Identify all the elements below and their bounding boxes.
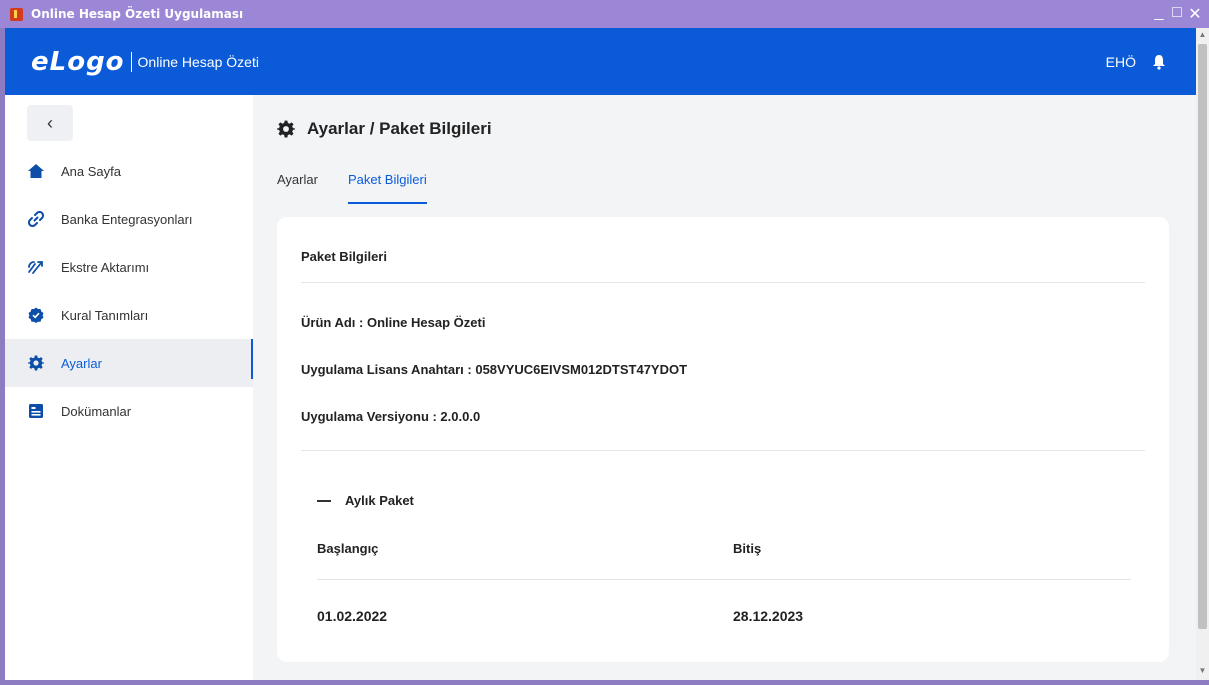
card-title: Paket Bilgileri	[301, 249, 387, 264]
window-controls: _ □ ✕	[1151, 4, 1203, 24]
maximize-icon[interactable]: □	[1169, 4, 1185, 24]
badge-check-icon	[27, 306, 45, 324]
sidebar-item-ekstre-aktarimi[interactable]: Ekstre Aktarımı	[5, 243, 253, 291]
page-title: Ayarlar / Paket Bilgileri	[277, 119, 492, 139]
sidebar-item-label: Ana Sayfa	[61, 163, 121, 179]
license-key: Uygulama Lisans Anahtarı : 058VYUC6EIVSM…	[301, 362, 688, 377]
app-header: eLogo Online Hesap Özeti EHÖ	[5, 28, 1196, 95]
tab-paket-bilgileri[interactable]: Paket Bilgileri	[347, 168, 427, 204]
sidebar-item-dokumanlar[interactable]: Dokümanlar	[5, 387, 253, 435]
document-icon	[27, 402, 45, 420]
sidebar-item-label: Ekstre Aktarımı	[61, 259, 150, 275]
app-window: eLogo Online Hesap Özeti EHÖ ‹ Ana Sayfa	[5, 28, 1196, 680]
sidebar-item-ana-sayfa[interactable]: Ana Sayfa	[5, 147, 253, 195]
header-right: EHÖ	[1106, 54, 1166, 70]
app-name: Online Hesap Özeti	[137, 53, 259, 70]
logo-separator	[130, 51, 132, 72]
gear-icon	[27, 354, 45, 372]
start-date: 01.02.2022	[317, 608, 388, 624]
divider	[301, 450, 1145, 451]
sidebar-item-kural-tanimlari[interactable]: Kural Tanımları	[5, 291, 253, 339]
sidebar-item-label: Dokümanlar	[61, 403, 132, 419]
bell-icon[interactable]	[1152, 54, 1166, 70]
tab-bar: Ayarlar Paket Bilgileri	[277, 168, 427, 204]
transfer-icon	[27, 258, 45, 276]
package-info-card: Paket Bilgileri Ürün Adı : Online Hesap …	[277, 217, 1169, 662]
vertical-scrollbar[interactable]: ▲ ▼	[1196, 28, 1209, 680]
sidebar-collapse-button[interactable]: ‹	[27, 105, 73, 141]
end-header: Bitiş	[733, 541, 762, 556]
window-title: Online Hesap Özeti Uygulaması	[31, 7, 244, 21]
sidebar-item-label: Banka Entegrasyonları	[61, 211, 193, 227]
scroll-down-icon[interactable]: ▼	[1196, 666, 1209, 678]
package-label: Aylık Paket	[345, 493, 414, 508]
app-icon	[10, 7, 23, 21]
app-version: Uygulama Versiyonu : 2.0.0.0	[301, 409, 481, 424]
divider	[317, 579, 1131, 580]
sidebar-nav: Ana Sayfa Banka Entegrasyonları Ekstre A…	[5, 147, 253, 435]
page-title-text: Ayarlar / Paket Bilgileri	[307, 119, 492, 138]
minus-icon	[317, 499, 331, 502]
tab-ayarlar[interactable]: Ayarlar	[277, 168, 318, 204]
link-icon	[27, 210, 45, 228]
end-date: 28.12.2023	[733, 608, 804, 624]
sidebar-item-banka-entegrasyonlari[interactable]: Banka Entegrasyonları	[5, 195, 253, 243]
monthly-package-toggle[interactable]: Aylık Paket	[317, 493, 414, 508]
window-titlebar: Online Hesap Özeti Uygulaması _ □ ✕	[0, 0, 1209, 28]
home-icon	[27, 162, 45, 180]
close-icon[interactable]: ✕	[1187, 4, 1203, 24]
scrollbar-thumb[interactable]	[1198, 44, 1207, 629]
chevron-left-icon: ‹	[47, 112, 53, 133]
start-header: Başlangıç	[317, 541, 379, 556]
product-name: Ürün Adı : Online Hesap Özeti	[301, 315, 486, 330]
elogo-logo[interactable]: eLogo	[31, 47, 125, 77]
user-initials[interactable]: EHÖ	[1106, 54, 1136, 70]
scroll-up-icon[interactable]: ▲	[1196, 30, 1209, 42]
gear-icon	[277, 120, 295, 138]
minimize-icon[interactable]: _	[1151, 4, 1167, 24]
sidebar-item-label: Kural Tanımları	[61, 307, 149, 323]
sidebar-item-label: Ayarlar	[61, 355, 102, 371]
divider	[301, 282, 1145, 283]
sidebar-item-ayarlar[interactable]: Ayarlar	[5, 339, 253, 387]
sidebar: ‹ Ana Sayfa Banka Entegrasyonları Ekstre…	[5, 95, 253, 680]
